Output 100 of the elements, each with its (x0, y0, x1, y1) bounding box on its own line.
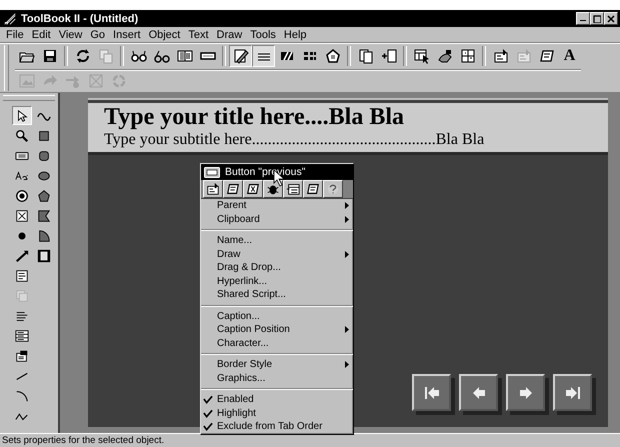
menu-item-label: Enabled (216, 394, 255, 406)
menu-tool-button[interactable] (223, 180, 243, 198)
polygon-icon (37, 208, 51, 222)
menu-item[interactable]: Insert (109, 28, 145, 40)
toolbar-button[interactable] (252, 45, 275, 67)
close-button[interactable] (604, 12, 618, 25)
menu-item-label: Hyperlink... (216, 276, 268, 287)
menu-tool-button[interactable] (263, 180, 283, 198)
stacked-fields-icon (15, 288, 29, 302)
menu-item-label: Highlight (216, 408, 257, 419)
radio-icon (15, 188, 29, 202)
menu-item[interactable]: Parent (201, 199, 353, 212)
menu-item[interactable]: File (2, 28, 28, 40)
menu-item-label: Draw (216, 248, 242, 260)
maximize-button[interactable] (590, 12, 604, 25)
book-icon (176, 48, 192, 64)
menu-item[interactable]: Edit (28, 28, 55, 40)
menu-item[interactable]: Draw (201, 248, 353, 261)
menu-item[interactable]: Name... (201, 234, 353, 248)
menu-item-label: Exclude from Tab Order (216, 421, 324, 432)
properties-icon (206, 182, 220, 196)
scroll-icon (538, 48, 554, 64)
scroll-icon (306, 182, 320, 196)
pages-icon (358, 48, 374, 64)
arc-icon (15, 388, 29, 402)
menu-item[interactable]: Graphics... (201, 372, 353, 385)
quarter-pie-icon (37, 228, 51, 242)
magnifier-icon (15, 128, 29, 142)
arrow-icon (64, 73, 80, 89)
checkbox-icon (15, 208, 29, 222)
menu-item-label: Caption Position (216, 324, 291, 336)
menu-item-label: Shared Script... (216, 289, 287, 300)
close-icon (607, 14, 615, 22)
menu-item-label: Border Style (216, 359, 274, 370)
text-field-icon (15, 268, 29, 282)
glasses-icon (154, 48, 170, 64)
menu-tool-button[interactable] (243, 180, 263, 198)
menu-item[interactable]: Hyperlink... (201, 274, 353, 288)
menu-item[interactable]: View (54, 28, 86, 40)
copy-icon (98, 48, 114, 64)
menu-item[interactable]: Clipboard (201, 212, 353, 226)
menu-item[interactable]: Enabled (201, 393, 353, 406)
menu-header: Button "previous" (225, 166, 306, 178)
tool-button[interactable] (12, 106, 32, 125)
menu-item[interactable]: Go (86, 28, 110, 40)
menu-item[interactable]: Draw (212, 28, 246, 40)
cross-frame-icon (88, 73, 104, 89)
menu-item-label: Name... (216, 235, 254, 246)
scroll-icon (246, 182, 260, 196)
status-text: Sets properties for the selected object. (2, 435, 164, 446)
menu-item[interactable]: Border Style (201, 358, 353, 372)
properties-icon (516, 48, 532, 64)
menu-item[interactable]: Highlight (201, 406, 353, 420)
circle-arrows-icon (110, 73, 126, 89)
pointer-icon (15, 108, 29, 122)
maximize-icon (593, 14, 601, 22)
menu-item[interactable]: Object (144, 28, 184, 40)
menu-item-label: Parent (216, 200, 248, 212)
table-cursor-icon (414, 48, 430, 64)
pentagon-icon (37, 188, 51, 202)
menu-item[interactable]: Exclude from Tab Order (201, 420, 353, 434)
menu-item[interactable]: Text (184, 28, 213, 40)
menu-item[interactable]: Help (280, 28, 311, 40)
toolbar-button[interactable] (229, 45, 252, 67)
button-icon (204, 166, 220, 178)
menu-tool-button[interactable] (203, 180, 223, 198)
page-subtitle: Type your subtitle here..............................................Bla Bla (104, 131, 486, 148)
menu-tool-button[interactable] (323, 180, 343, 198)
glasses-icon (130, 48, 146, 64)
minimize-icon (580, 20, 586, 22)
picture-frame-icon (18, 73, 34, 89)
help-icon (326, 182, 340, 196)
menu-item[interactable]: Tools (246, 28, 280, 40)
app-icon (3, 12, 17, 26)
menu-item[interactable]: Drag & Drop... (201, 261, 353, 274)
menu-tool-button[interactable] (283, 180, 303, 198)
pentagon-icon (324, 48, 340, 64)
text-button[interactable]: A (558, 45, 581, 67)
menu-item-label: Caption... (216, 310, 261, 322)
properties-icon (492, 48, 508, 64)
ellipse-icon (37, 168, 51, 182)
menu-item[interactable]: Caption Position (201, 323, 353, 336)
menu-tool-button[interactable] (303, 180, 323, 198)
refresh-icon (74, 48, 90, 64)
menu-item[interactable]: Shared Script... (201, 288, 353, 302)
window-title: ToolBook II - (Untitled) (21, 12, 140, 24)
minimize-button[interactable] (576, 12, 590, 25)
menu-item-label: Drag & Drop... (216, 262, 282, 274)
scroll-icon (226, 182, 240, 196)
menu-item[interactable]: Caption... (201, 310, 353, 323)
window-list-icon (286, 182, 300, 196)
add-page-icon (380, 48, 396, 64)
save-icon (42, 48, 58, 64)
rectangle-icon (37, 128, 51, 142)
menu-item-label: Graphics... (216, 372, 266, 384)
pencil-page-icon (232, 48, 248, 64)
menu-item-label: Clipboard (216, 214, 261, 225)
menu-item[interactable]: Character... (201, 336, 353, 350)
rounded-rectangle-icon (37, 148, 51, 162)
table-icon (460, 48, 476, 64)
